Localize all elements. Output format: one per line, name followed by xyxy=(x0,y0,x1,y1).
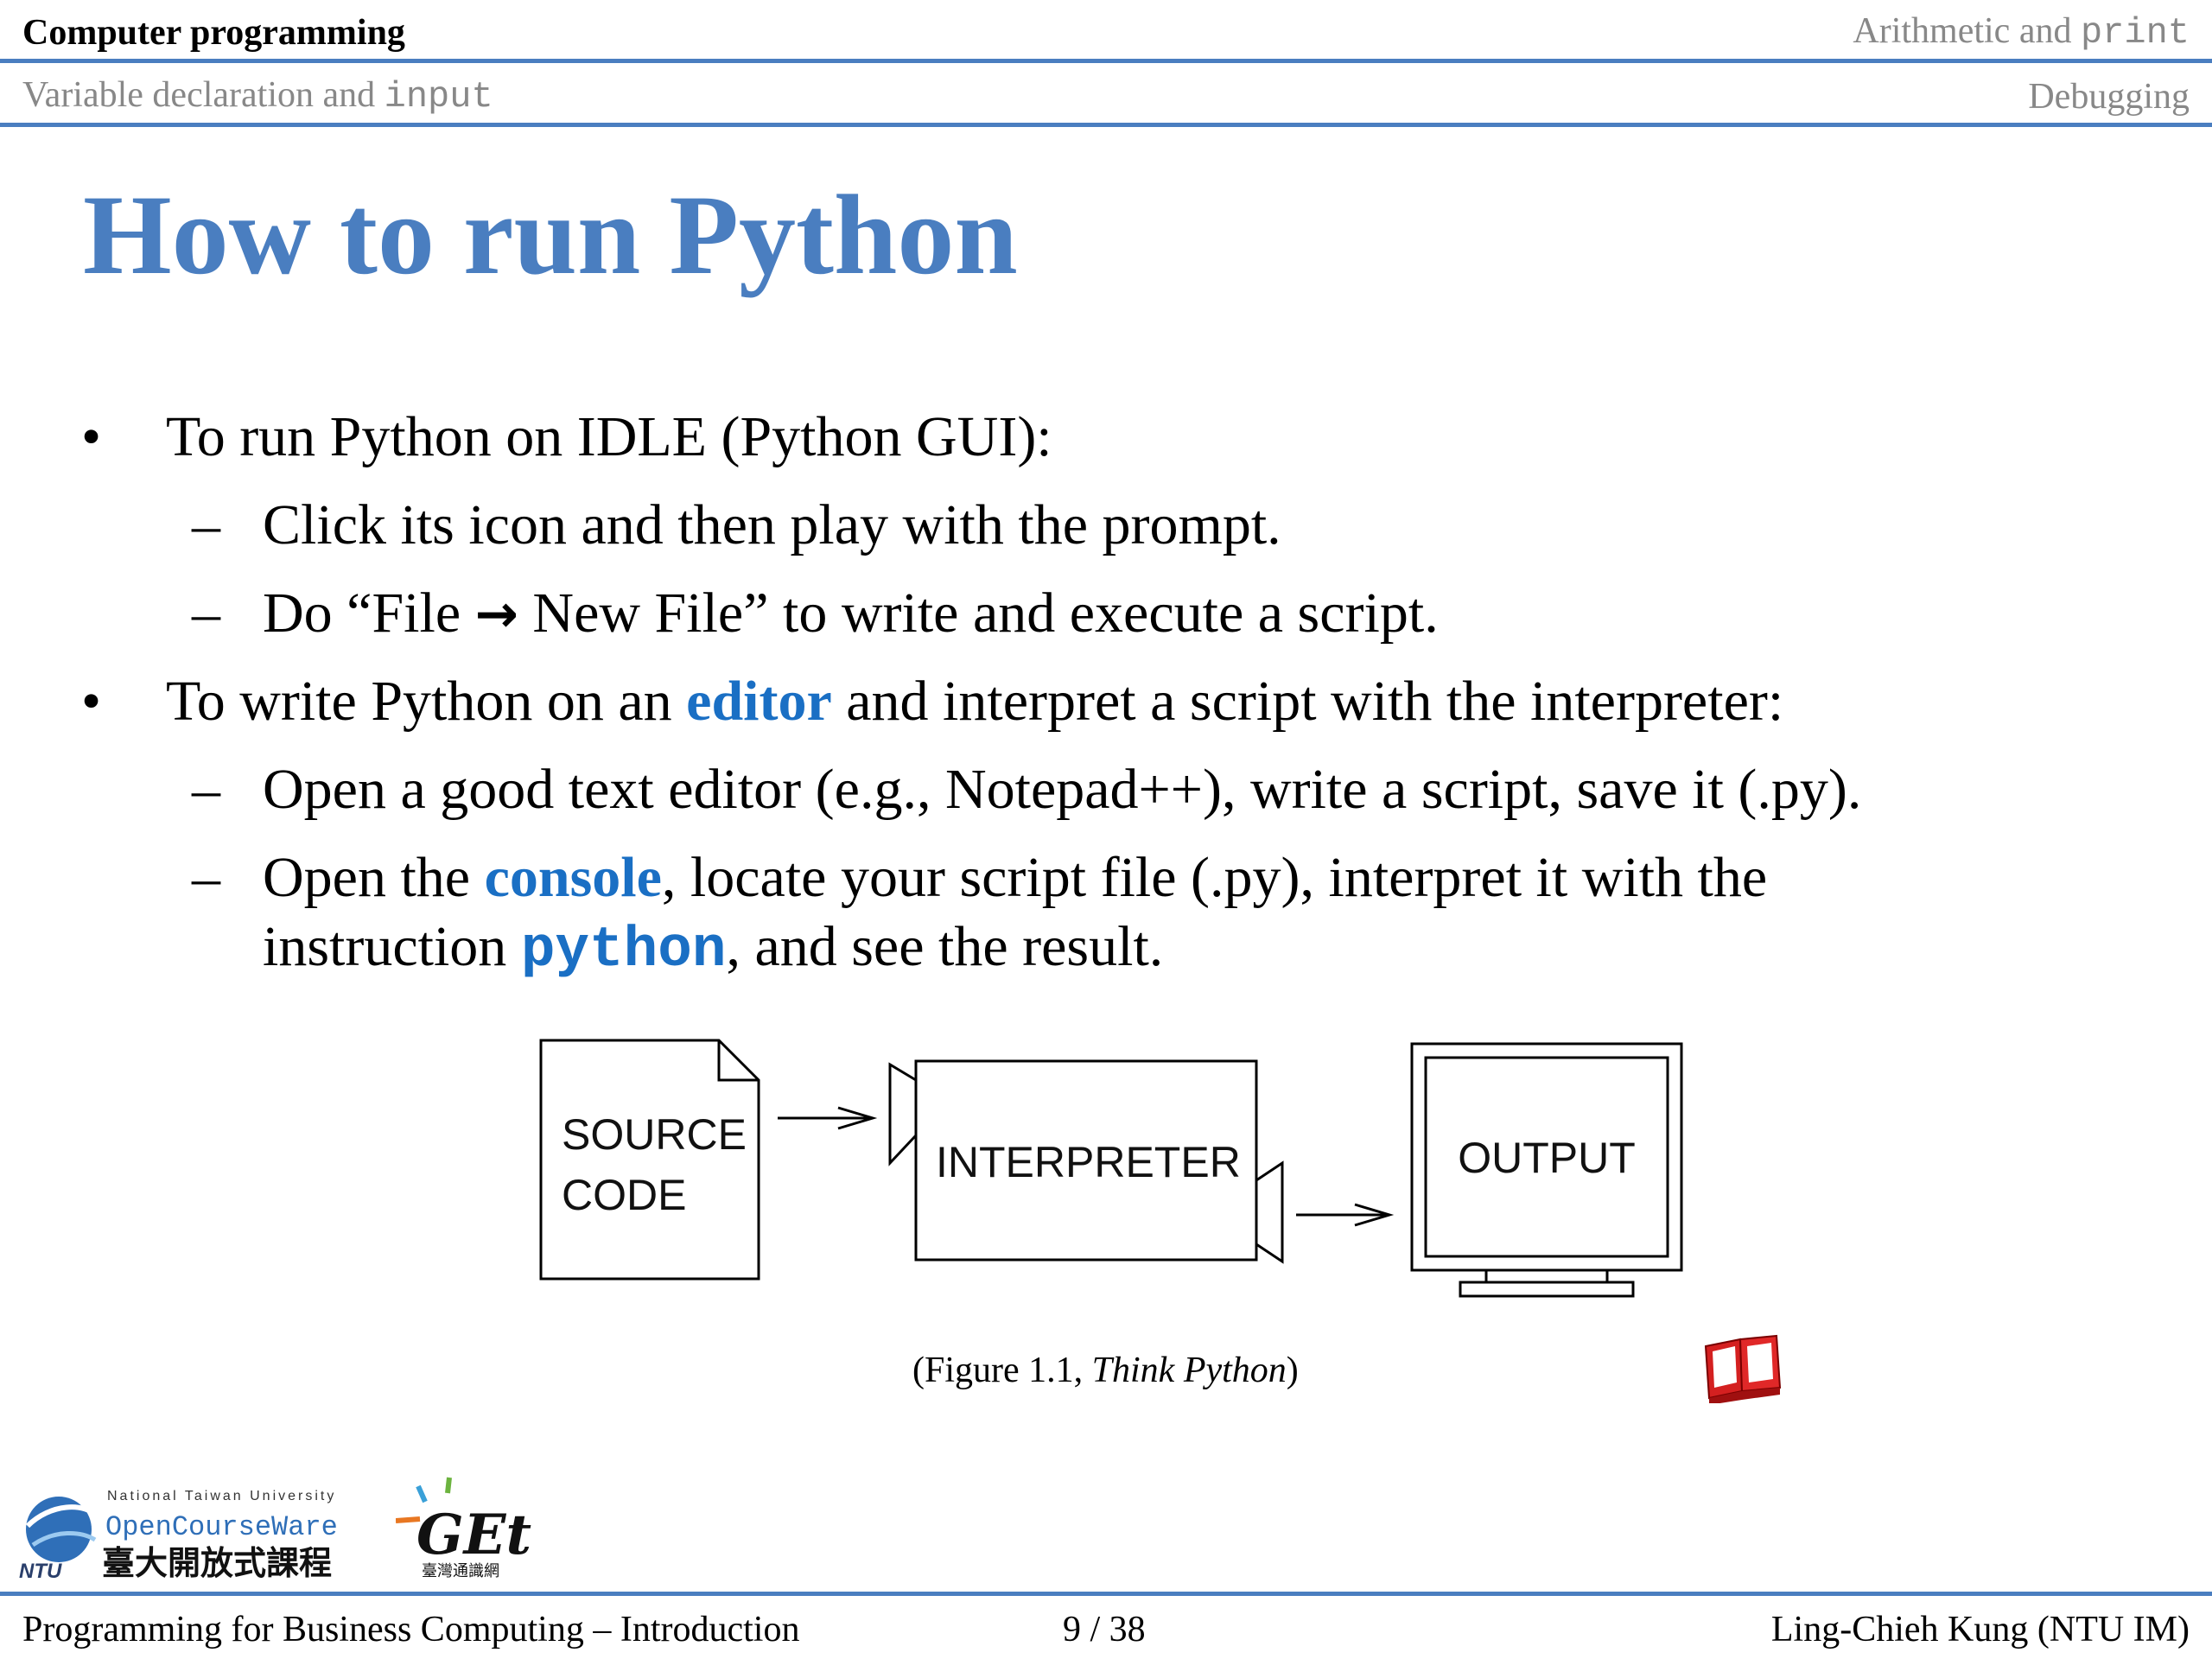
caption-prefix: (Figure 1.1, xyxy=(912,1351,1092,1390)
interpreter-output-funnel xyxy=(1255,1160,1284,1264)
source-code-box xyxy=(539,1039,760,1281)
slide-title: How to run Python xyxy=(83,171,1018,298)
caption-book-title: Think Python xyxy=(1091,1351,1287,1390)
text-segment: Open the xyxy=(263,846,485,909)
text-segment: , and see the result. xyxy=(726,915,1164,978)
ocw-chinese: 臺大開放式課程 xyxy=(102,1544,332,1581)
sub-bullet-new-file: Do “File → New File” to write and execut… xyxy=(263,579,1439,649)
get-chinese: 臺灣通識網 xyxy=(422,1562,499,1580)
ntu-ocw-logo: NTU National Taiwan University OpenCours… xyxy=(19,1489,338,1581)
interpreter-input-funnel xyxy=(888,1062,918,1166)
text-segment: , locate your script file (.py), interpr… xyxy=(661,846,1768,909)
sub-bullet-console-cont: instruction python, and see the result. xyxy=(263,912,1163,985)
source-label-2: CODE xyxy=(562,1171,686,1219)
ntu-name: National Taiwan University xyxy=(107,1489,336,1503)
keyword-python-code: python xyxy=(520,918,727,982)
dash-marker: – xyxy=(192,846,220,909)
ocw-globe-icon xyxy=(25,1497,101,1562)
keyword-editor: editor xyxy=(686,670,832,733)
bullet-editor: To write Python on an editor and interpr… xyxy=(166,667,1783,736)
get-logo-icon: GEt 臺灣通識網 xyxy=(396,1477,531,1580)
text-segment: To write Python on an xyxy=(166,670,687,733)
bullet-idle: To run Python on IDLE (Python GUI): xyxy=(166,405,1052,468)
interpreter-diagram: SOURCE CODE INTERPRETER OUTPUT xyxy=(539,1039,1683,1298)
footer-author: Ling-Chieh Kung (NTU IM) xyxy=(1770,1610,2190,1649)
book-icon[interactable] xyxy=(1700,1331,1783,1403)
footer-course: Programming for Business Computing – Int… xyxy=(22,1610,800,1649)
text-segment: Do “File xyxy=(263,582,475,645)
sub-bullet-console: Open the console, locate your script fil… xyxy=(263,843,1767,912)
header-rule-bottom xyxy=(0,123,2212,127)
ocw-name: OpenCourseWare xyxy=(105,1511,338,1543)
section-link-code: print xyxy=(2080,12,2190,54)
text-segment: instruction xyxy=(263,915,521,978)
subsection-link-debugging[interactable]: Debugging xyxy=(2028,76,2190,118)
footer-rule xyxy=(0,1592,2212,1596)
header-rule-top xyxy=(0,59,2212,63)
output-label: OUTPUT xyxy=(1458,1134,1636,1182)
caption-suffix: ) xyxy=(1286,1351,1299,1390)
subsection-link-text: Variable declaration and xyxy=(22,75,385,115)
section-link-arithmetic[interactable]: Arithmetic and print xyxy=(1853,10,2190,54)
dash-marker: – xyxy=(192,493,220,556)
header-top-row: Computer programming Arithmetic and prin… xyxy=(0,0,2212,62)
figure-caption: (Figure 1.1, Think Python) xyxy=(912,1350,1299,1391)
get-text: GEt xyxy=(416,1503,531,1567)
bullet-marker: • xyxy=(81,405,102,468)
dash-marker: – xyxy=(192,582,220,645)
monitor-neck xyxy=(1484,1268,1609,1284)
keyword-console: console xyxy=(484,846,662,909)
source-label-1: SOURCE xyxy=(562,1110,747,1159)
sub-bullet-text-editor: Open a good text editor (e.g., Notepad++… xyxy=(263,758,1862,821)
course-title[interactable]: Computer programming xyxy=(22,12,405,54)
text-segment: and interpret a script with the interpre… xyxy=(831,670,1784,733)
subsection-link-variable[interactable]: Variable declaration and input xyxy=(22,74,493,118)
monitor-base xyxy=(1459,1281,1635,1298)
page-number: 9 / 38 xyxy=(1063,1610,1146,1649)
section-link-text: Arithmetic and xyxy=(1853,11,2081,51)
header-sub-row: Variable declaration and input Debugging xyxy=(0,67,2212,126)
bullet-marker: • xyxy=(81,670,102,733)
dash-marker: – xyxy=(192,758,220,821)
interpreter-label: INTERPRETER xyxy=(936,1138,1241,1186)
text-segment: New File” to write and execute a script. xyxy=(518,582,1439,645)
ntu-abbr: NTU xyxy=(19,1560,62,1581)
subsection-link-code: input xyxy=(384,76,493,118)
right-arrow-icon: → xyxy=(474,584,518,645)
sub-bullet-click-icon: Click its icon and then play with the pr… xyxy=(263,493,1281,556)
